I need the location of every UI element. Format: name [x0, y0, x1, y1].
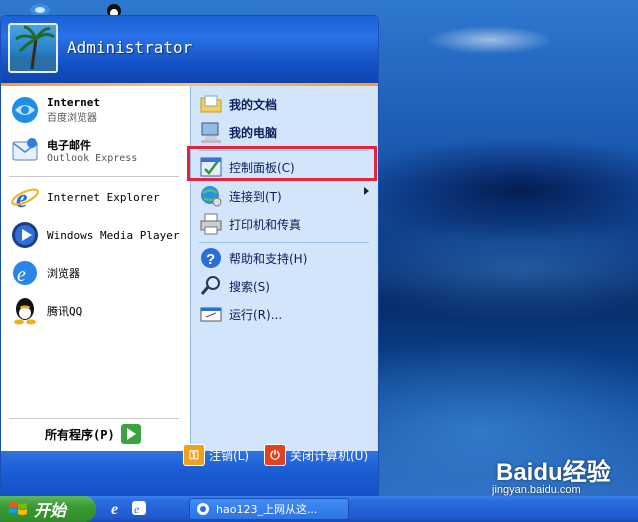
place-label: 我的电脑 [229, 125, 278, 140]
ie-icon: e [11, 184, 39, 213]
start-label: 开始 [34, 501, 67, 520]
place-item-connect-to[interactable]: 连接到(T) [199, 182, 371, 210]
run-icon [200, 307, 222, 322]
place-label: 打印机和传真 [229, 217, 302, 232]
taskbar: 开始 e e hao123_上网从这... [0, 496, 638, 522]
search-icon [200, 276, 220, 295]
place-item-help[interactable]: ? 帮助和支持(H) [199, 244, 371, 272]
program-subtitle: 百度浏览器 [47, 113, 97, 124]
mail-icon [12, 138, 38, 161]
program-title: 浏览器 [47, 267, 80, 280]
browser-icon [12, 97, 38, 123]
browser-icon [197, 503, 209, 515]
shutdown-button[interactable]: ⏻ 关闭计算机(U) [264, 444, 368, 466]
place-item-my-documents[interactable]: 我的文档 [199, 90, 371, 118]
start-menu-header: Administrator [1, 16, 378, 83]
program-item-ie[interactable]: e Internet Explorer [9, 178, 185, 216]
taskbar-window-title: hao123_上网从这... [216, 503, 318, 516]
start-menu: Administrator Internet 百度浏览器 电子邮件 Outloo… [0, 15, 379, 496]
power-icon: ⏻ [264, 444, 286, 466]
taskbar-window-hao123[interactable]: hao123_上网从这... [189, 498, 349, 520]
logoff-label: 注销(L) [209, 448, 250, 463]
key-icon: ⚿ [183, 444, 205, 466]
pinned-programs-pane: Internet 百度浏览器 电子邮件 Outlook Express e In… [1, 86, 190, 451]
all-programs-button[interactable]: 所有程序(P) [45, 422, 185, 446]
left-separator [9, 176, 179, 177]
quicklaunch-ie-icon[interactable]: e [108, 499, 126, 517]
program-title: 电子邮件 [47, 138, 91, 152]
left-separator [9, 418, 179, 419]
program-item-qq[interactable]: 腾讯QQ [9, 292, 185, 330]
baidu-watermark-logo: Baidu经验 [496, 459, 611, 486]
program-title: Internet Explorer [47, 190, 160, 204]
baidu-watermark-url: jingyan.baidu.com [492, 484, 581, 496]
place-item-run[interactable]: 运行(R)... [199, 300, 371, 328]
shutdown-label: 关闭计算机(U) [290, 448, 369, 463]
all-programs-label: 所有程序(P) [45, 427, 115, 442]
help-icon: ? [201, 248, 221, 268]
place-item-search[interactable]: 搜索(S) [199, 272, 371, 300]
computer-icon [201, 122, 221, 143]
quicklaunch-browser-icon[interactable]: e [130, 499, 148, 517]
logoff-button[interactable]: ⚿ 注销(L) [183, 444, 249, 466]
submenu-arrow-icon [364, 187, 369, 195]
program-title: Internet [47, 96, 100, 109]
place-item-my-computer[interactable]: 我的电脑 [199, 118, 371, 146]
program-item-browser[interactable]: e 浏览器 [9, 254, 185, 292]
user-name: Administrator [67, 38, 193, 57]
windows-logo-icon [9, 502, 27, 515]
program-item-media-player[interactable]: Windows Media Player [9, 216, 185, 254]
svg-text:e: e [16, 184, 28, 213]
printer-icon [200, 213, 222, 235]
program-item-internet[interactable]: Internet 百度浏览器 [9, 90, 185, 130]
place-label: 搜索(S) [229, 279, 270, 294]
svg-text:e: e [134, 502, 140, 516]
place-label: 运行(R)... [229, 307, 283, 322]
right-separator [199, 242, 369, 243]
place-label: 帮助和支持(H) [229, 251, 308, 266]
qq-icon [14, 298, 36, 325]
program-title: 腾讯QQ [47, 305, 83, 318]
palm-tree-icon [10, 25, 56, 71]
place-item-printers[interactable]: 打印机和传真 [199, 210, 371, 238]
place-label: 连接到(T) [229, 189, 282, 204]
start-button[interactable]: 开始 [0, 496, 96, 522]
media-player-icon [12, 222, 38, 248]
program-title: Windows Media Player [47, 228, 180, 242]
green-arrow-icon [120, 424, 141, 444]
connect-icon [201, 186, 222, 207]
browser-icon: e [13, 261, 37, 286]
svg-text:?: ? [206, 251, 215, 268]
svg-text:e: e [17, 264, 26, 286]
place-label: 我的文档 [229, 97, 278, 112]
program-item-email[interactable]: 电子邮件 Outlook Express [9, 130, 185, 170]
program-subtitle: Outlook Express [47, 152, 138, 164]
places-pane: 我的文档 我的电脑 控制面板(C) 连接到(T) 打印机和传真 ? 帮助和支持(… [190, 86, 378, 451]
user-avatar[interactable] [8, 23, 58, 73]
control-panel-highlight [187, 146, 377, 181]
documents-icon [200, 95, 222, 113]
svg-text:e: e [111, 501, 118, 517]
